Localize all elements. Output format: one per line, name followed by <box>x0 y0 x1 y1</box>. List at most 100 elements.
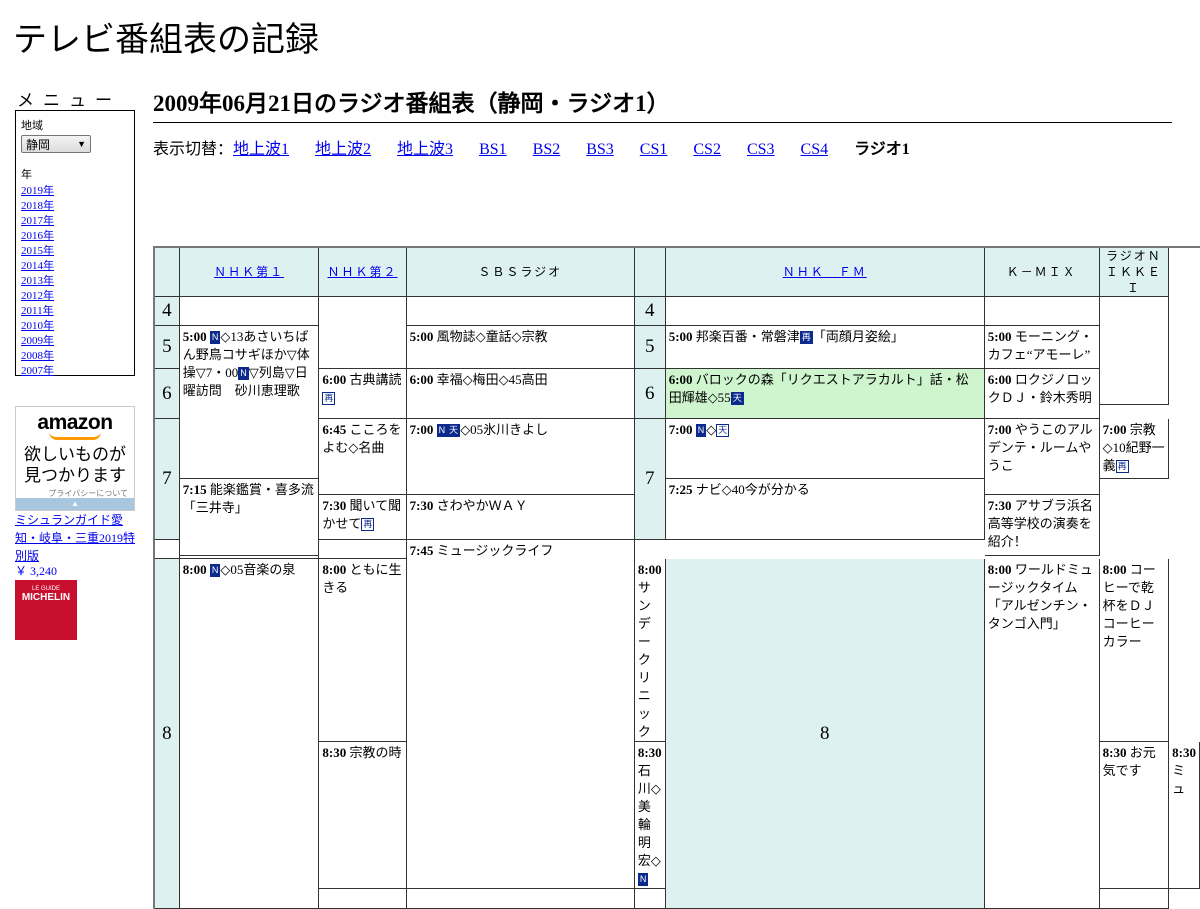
menu-heading: メニュー <box>17 91 121 110</box>
switcher-label: 表示切替： <box>153 141 234 158</box>
year-link[interactable]: 2016年 <box>21 230 54 242</box>
ad-copy-line: 欲しいものが <box>24 445 126 464</box>
switch-link[interactable]: BS1 <box>479 141 507 158</box>
program-title: サンデークリニック <box>637 580 651 739</box>
program-cell: 7:15 能楽鑑賞・喜多流「三井寺」 <box>179 479 320 556</box>
book-cover-image[interactable]: LE GUIDE MICHELIN <box>15 580 77 640</box>
year-link[interactable]: 2015年 <box>21 245 54 257</box>
program-title: 「両顔月姿絵」 <box>812 329 904 344</box>
program-cell <box>319 297 407 369</box>
switch-link[interactable]: CS4 <box>801 141 829 158</box>
channel-header: ラジオＮＩＫＫＥＩ <box>1099 248 1170 297</box>
year-link[interactable]: 2010年 <box>21 320 54 332</box>
rerun-icon: 再 <box>361 518 375 531</box>
program-cell <box>634 889 666 909</box>
program-time: 7:00 <box>409 422 434 437</box>
program-cell: 7:30 アサブラ浜名高等学校の演奏を紹介！ <box>984 495 1100 556</box>
program-cell: 5:00 邦楽百番・常磐津再「両顔月姿絵」 <box>665 326 985 369</box>
program-cell <box>319 540 407 559</box>
news-icon: N <box>436 424 448 437</box>
program-cell <box>319 889 407 909</box>
program-title: ◇05氷川きよし <box>460 422 549 437</box>
switch-link[interactable]: CS1 <box>640 141 668 158</box>
program-cell: 5:00 モーニング・カフェ“アモーレ” <box>984 326 1100 369</box>
year-link[interactable]: 2014年 <box>21 260 54 272</box>
switch-link[interactable]: CS3 <box>747 141 775 158</box>
ad-expand-bar[interactable]: ▲ <box>16 498 134 510</box>
amazon-logo: amazon <box>37 411 113 434</box>
hour-cell: 4 <box>155 297 180 326</box>
switch-link[interactable]: BS3 <box>586 141 614 158</box>
program-time: 5:00 <box>668 329 693 344</box>
program-cell: 8:30 石川◇美輪明宏◇ N <box>634 742 666 889</box>
region-select[interactable]: 静岡 ▼ <box>21 135 91 153</box>
channel-link[interactable]: ＮＨＫ第１ <box>214 265 284 279</box>
program-time: 8:30 <box>637 745 662 760</box>
news-icon: N <box>209 331 221 344</box>
cover-subtitle: LE GUIDE <box>31 586 60 592</box>
program-cell: 7:00 宗教◇10紀野一義再 <box>1099 419 1170 479</box>
switch-link[interactable]: BS2 <box>533 141 561 158</box>
hour-cell: 7 <box>155 419 180 540</box>
switch-link[interactable]: CS2 <box>693 141 721 158</box>
switch-link[interactable]: 地上波3 <box>397 141 453 158</box>
hour-cell: 8 <box>665 559 985 909</box>
program-cell-highlighted: 6:00 バロックの森「リクエストアラカルト」話・松田輝雄◇55 天 <box>665 369 985 419</box>
program-cell: 8:00 ワールドミュージックタイム「アルゼンチン・タンゴ入門」 <box>984 559 1100 909</box>
year-link[interactable]: 2013年 <box>21 275 54 287</box>
book-price: ￥ 3,240 <box>15 564 58 578</box>
book-link[interactable]: ミシュランガイド愛知・岐阜・三重2019特別版 <box>15 511 140 565</box>
caret-up-icon: ▲ <box>71 499 79 508</box>
weather-icon: 天 <box>730 392 744 405</box>
channel-link[interactable]: ＮＨＫ ＦＭ <box>783 265 867 279</box>
news-icon: N <box>238 367 249 380</box>
year-link[interactable]: 2007年 <box>21 365 54 377</box>
amazon-ad-banner[interactable]: amazon 欲しいものが 見つかります プライバシーについて ▲ <box>15 406 135 511</box>
corner-cell <box>634 248 666 297</box>
year-link[interactable]: 2017年 <box>21 215 54 227</box>
menu-panel: 地域 静岡 ▼ 年 2019年 2018年 2017年 2016年 2015年 … <box>15 110 135 379</box>
cover-title: MICHELIN <box>21 592 71 603</box>
program-grid: ＮＨＫ第１ ＮＨＫ第２ ＳＢＳラジオ ＮＨＫ ＦＭ Ｋ－ＭＩＸ ラジオＮＩＫＫＥ… <box>153 246 1200 909</box>
year-link[interactable]: 2018年 <box>21 200 54 212</box>
year-link[interactable]: 2008年 <box>21 350 54 362</box>
channel-header: ＮＨＫ ＦＭ <box>665 248 985 297</box>
corner-cell <box>155 248 180 297</box>
dropdown-arrow-icon: ▼ <box>77 139 86 149</box>
program-cell: 7:30 さわやかＷＡＹ <box>406 495 635 540</box>
program-cell: 8:30 ミュ <box>1169 742 1200 889</box>
program-title: ◇05音楽の泉 <box>220 562 296 577</box>
program-cell: 6:45 こころをよむ◇名曲 <box>319 419 407 495</box>
year-link[interactable]: 2019年 <box>21 185 54 197</box>
year-link[interactable]: 2011年 <box>21 305 54 317</box>
program-time: 7:30 <box>987 498 1012 513</box>
switch-link[interactable]: 地上波1 <box>233 141 289 158</box>
news-icon: N <box>695 424 707 437</box>
program-time: 8:30 <box>322 745 347 760</box>
ad-copy: 欲しいものが 見つかります <box>16 444 134 486</box>
channel-link[interactable]: ＮＨＫ第２ <box>327 265 397 279</box>
ad-copy-line: 見つかります <box>24 466 126 485</box>
hour-cell: 6 <box>155 369 180 419</box>
program-cell: 6:00 ロクジノロックＤＪ・鈴木秀明 <box>984 369 1100 419</box>
program-cell <box>179 297 320 326</box>
switch-link[interactable]: 地上波2 <box>315 141 371 158</box>
program-cell: 8:00 ともに生きる <box>319 559 407 742</box>
switch-current: ラジオ1 <box>854 141 910 158</box>
program-time: 8:00 <box>987 562 1012 577</box>
program-time: 6:00 <box>322 372 347 387</box>
program-time: 7:00 <box>987 422 1012 437</box>
year-link[interactable]: 2012年 <box>21 290 54 302</box>
year-link[interactable]: 2009年 <box>21 335 54 347</box>
channel-switcher: 表示切替：地上波1 地上波2 地上波3 BS1 BS2 BS3 CS1 CS2 … <box>153 135 932 159</box>
program-time: 6:45 <box>322 422 347 437</box>
channel-header: ＮＨＫ第１ <box>179 248 320 297</box>
program-title: さわやかＷＡＹ <box>436 498 528 513</box>
program-cell <box>406 297 635 326</box>
weather-icon: 天 <box>447 424 461 437</box>
program-title: ◇ <box>706 422 717 437</box>
program-cell <box>1099 889 1170 909</box>
program-title: 邦楽百番・常磐津 <box>695 329 800 344</box>
program-time: 7:15 <box>182 482 207 497</box>
year-list: 2019年 2018年 2017年 2016年 2015年 2014年 2013… <box>21 184 129 379</box>
